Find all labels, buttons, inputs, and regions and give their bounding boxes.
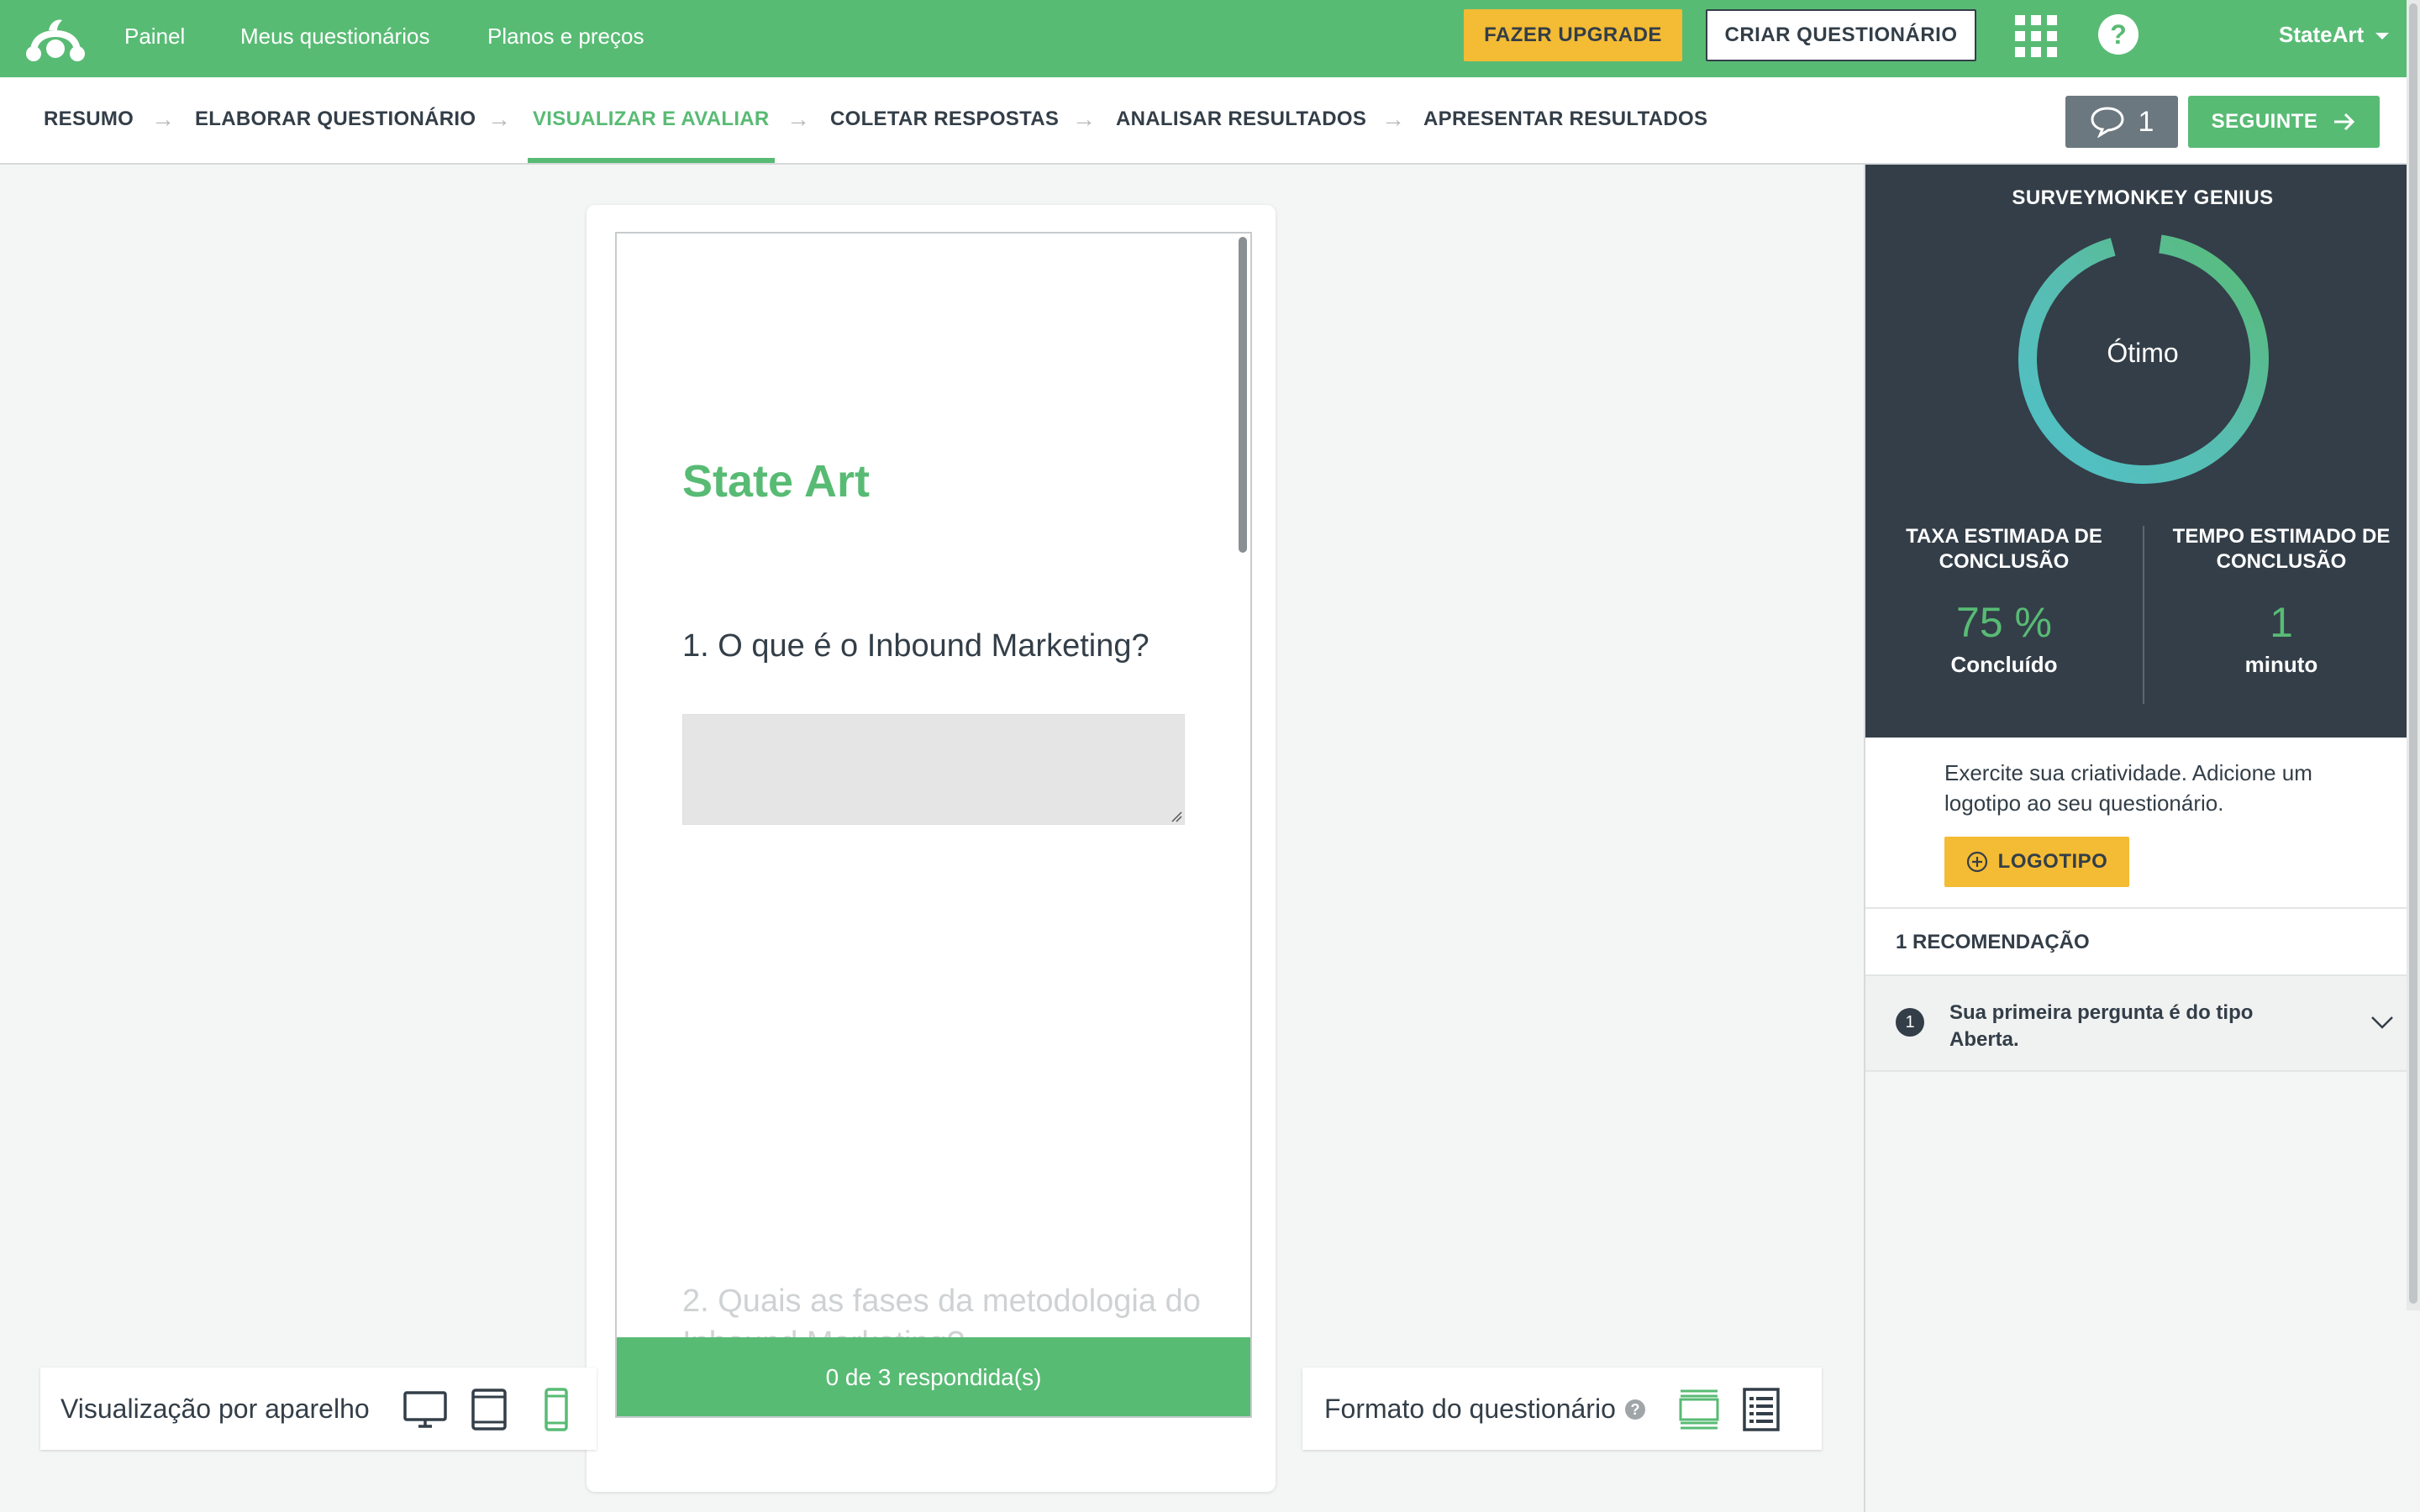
device-preview-label: Visualização por aparelho	[60, 1394, 370, 1424]
survey-format-label: Formato do questionário	[1324, 1394, 1616, 1424]
step-design-survey[interactable]: ELABORAR QUESTIONÁRIO	[195, 77, 476, 163]
add-logo-button[interactable]: LOGOTIPO	[1944, 837, 2129, 887]
recommendations-header: 1 RECOMENDAÇÃO	[1865, 909, 2420, 976]
account-name: StateArt	[2279, 22, 2365, 47]
add-logo-label: LOGOTIPO	[1997, 850, 2108, 873]
arrow-right-icon: →	[1381, 106, 1405, 132]
next-button[interactable]: SEGUINTE	[2188, 96, 2380, 148]
surveymonkey-logo-icon[interactable]	[25, 12, 86, 64]
recommendation-number: 1	[1896, 1008, 1924, 1037]
next-button-label: SEGUINTE	[2211, 110, 2318, 133]
nav-link-my-surveys[interactable]: Meus questionários	[240, 0, 429, 77]
progress-bar: 0 de 3 respondida(s)	[617, 1337, 1250, 1416]
step-present-results[interactable]: APRESENTAR RESULTADOS	[1423, 77, 1707, 163]
completion-time-value: 1	[2270, 599, 2293, 646]
page-scrollbar-thumb[interactable]	[2409, 3, 2417, 1304]
desktop-icon[interactable]	[402, 1388, 449, 1431]
step-summary[interactable]: RESUMO	[44, 77, 134, 163]
arrow-right-icon: →	[151, 106, 175, 132]
upgrade-button[interactable]: FAZER UPGRADE	[1464, 9, 1682, 61]
arrow-right-icon: →	[1072, 106, 1096, 132]
step-analyze-results[interactable]: ANALISAR RESULTADOS	[1116, 77, 1366, 163]
score-rating: Ótimo	[2107, 338, 2179, 368]
nav-link-dashboard[interactable]: Painel	[124, 0, 185, 77]
info-icon[interactable]: ?	[1625, 1399, 1645, 1420]
arrow-right-icon	[2334, 113, 2355, 131]
resize-grip-icon[interactable]	[1171, 811, 1182, 822]
genius-sidebar: SURVEYMONKEY GENIUS Ótimo TAXA ESTIMADA …	[1864, 165, 2420, 1512]
recommendation-text: Sua primeira pergunta é do tipo Aberta.	[1949, 1001, 2254, 1051]
comments-button[interactable]: 1	[2065, 96, 2178, 148]
svg-text:?: ?	[2110, 19, 2127, 50]
arrow-right-icon: →	[487, 106, 511, 132]
create-survey-button[interactable]: CRIAR QUESTIONÁRIO	[1706, 9, 1976, 61]
page-scrollbar[interactable]	[2407, 0, 2420, 1310]
completion-rate-value: 75 %	[1956, 599, 2052, 646]
plus-circle-icon	[1966, 851, 1987, 873]
caret-down-icon	[2375, 33, 2390, 40]
recommendation-item[interactable]: 1 Sua primeira pergunta é do tipo Aberta…	[1865, 976, 2420, 1072]
genius-title: SURVEYMONKEY GENIUS	[2012, 186, 2274, 209]
completion-time-unit: minuto	[2244, 652, 2318, 677]
mobile-preview-frame: State Art 1. O que é o Inbound Marketing…	[615, 232, 1252, 1418]
tablet-icon[interactable]	[466, 1388, 513, 1431]
one-question-at-a-time-icon[interactable]	[1676, 1388, 1723, 1431]
arrow-right-icon: →	[786, 106, 810, 132]
logo-tip-text: Exercite sua criatividade. Adicione um l…	[1944, 760, 2312, 816]
genius-score-panel: SURVEYMONKEY GENIUS Ótimo TAXA ESTIMADA …	[1865, 165, 2420, 738]
nav-link-plans-pricing[interactable]: Planos e preços	[487, 0, 644, 77]
completion-rate-unit: Concluído	[1950, 652, 2058, 677]
step-collect-responses[interactable]: COLETAR RESPOSTAS	[830, 77, 1059, 163]
device-preview-panel: Visualização por aparelho	[40, 1368, 597, 1450]
account-menu[interactable]: StateArt	[2279, 0, 2390, 69]
preview-scrollbar[interactable]	[1239, 237, 1247, 553]
comments-count: 1	[2138, 105, 2154, 138]
question-1-answer-field[interactable]	[682, 714, 1185, 825]
completion-time-title: TEMPO ESTIMADO DE CONCLUSÃO	[2172, 525, 2391, 573]
mobile-icon[interactable]	[533, 1388, 580, 1431]
question-1-text: 1. O que é o Inbound Marketing?	[682, 628, 1150, 664]
step-navigation: RESUMO → ELABORAR QUESTIONÁRIO → VISUALI…	[0, 77, 2420, 165]
classic-list-icon[interactable]	[1738, 1388, 1785, 1431]
top-navigation-bar: Painel Meus questionários Planos e preço…	[0, 0, 2420, 77]
completion-rate-title: TAXA ESTIMADA DE CONCLUSÃO	[1906, 525, 2102, 573]
survey-title: State Art	[682, 456, 871, 507]
help-icon[interactable]: ?	[2097, 13, 2139, 55]
comment-bubble-icon	[2091, 107, 2124, 138]
chevron-down-icon[interactable]	[2370, 1010, 2395, 1035]
apps-grid-icon[interactable]	[2015, 15, 2057, 57]
step-preview-score[interactable]: VISUALIZAR E AVALIAR	[528, 77, 775, 163]
logo-tip-card: Exercite sua criatividade. Adicione um l…	[1865, 738, 2420, 909]
survey-format-panel: Formato do questionário ?	[1302, 1368, 1822, 1450]
